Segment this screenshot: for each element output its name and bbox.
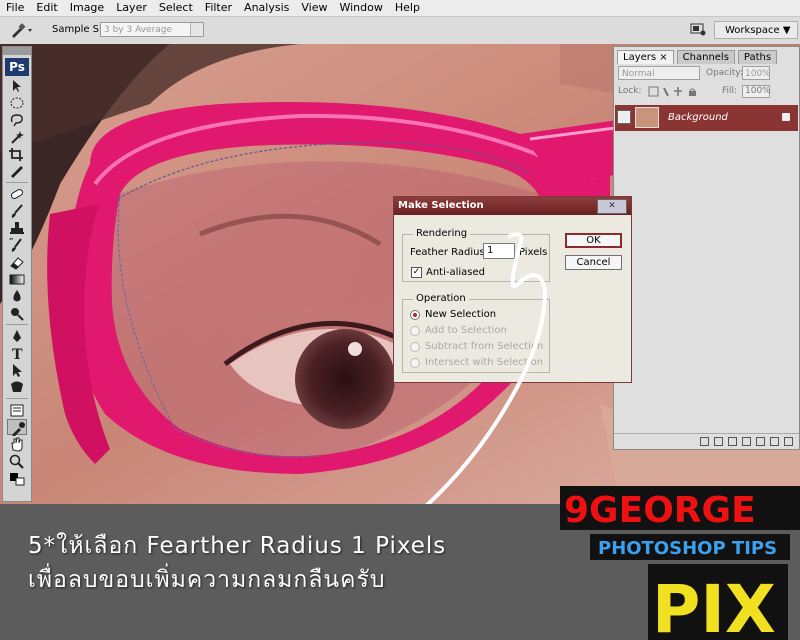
caption-line-2: เพื่อลบขอบเพิ่มความกลมกลืนครับ	[28, 567, 386, 593]
logo-brand: 9GEORGE	[564, 490, 756, 531]
caption-line-1: 5*ให้เลือก Fearther Radius 1 Pixels	[28, 533, 447, 559]
logo-sub: PHOTOSHOP TIPS	[598, 538, 777, 559]
logo-big: PIX	[652, 571, 776, 640]
9george-logo: 9GEORGE PHOTOSHOP TIPS PIX	[560, 486, 800, 640]
